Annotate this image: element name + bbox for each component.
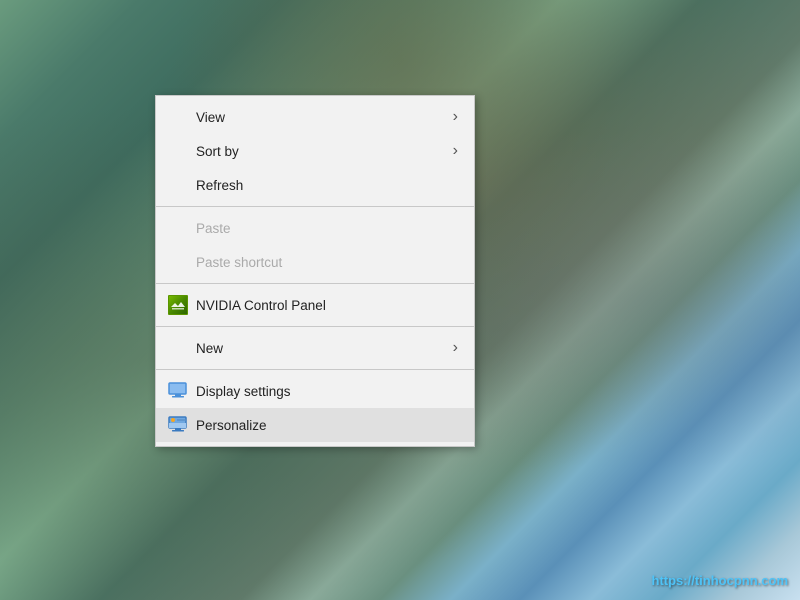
- display-settings-item-icon: [168, 381, 188, 401]
- paste-shortcut-item-label: Paste shortcut: [196, 255, 458, 270]
- personalize-item-label: Personalize: [196, 418, 458, 433]
- new-submenu-chevron: [453, 340, 458, 356]
- paste-item-label: Paste: [196, 221, 458, 236]
- paste-shortcut-item-icon: [168, 252, 188, 272]
- view-submenu-chevron: [453, 109, 458, 125]
- menu-item-view[interactable]: View: [156, 100, 474, 134]
- sort-by-item-icon: [168, 141, 188, 161]
- display-settings-item-label: Display settings: [196, 384, 458, 399]
- view-item-label: View: [196, 110, 453, 125]
- divider-2: [156, 283, 474, 284]
- refresh-item-icon: [168, 175, 188, 195]
- menu-item-sort-by[interactable]: Sort by: [156, 134, 474, 168]
- new-item-label: New: [196, 341, 453, 356]
- sort-by-submenu-chevron: [453, 143, 458, 159]
- personalize-item-icon: [168, 415, 188, 435]
- view-item-icon: [168, 107, 188, 127]
- divider-1: [156, 206, 474, 207]
- watermark: https://tinhocpnn.com: [652, 573, 788, 588]
- context-menu: View Sort by Refresh Paste Paste shortcu…: [155, 95, 475, 447]
- divider-3: [156, 326, 474, 327]
- paste-item-icon: [168, 218, 188, 238]
- sort-by-item-label: Sort by: [196, 144, 453, 159]
- menu-item-new[interactable]: New: [156, 331, 474, 365]
- divider-4: [156, 369, 474, 370]
- nvidia-item-icon: [168, 295, 188, 315]
- new-item-icon: [168, 338, 188, 358]
- refresh-item-label: Refresh: [196, 178, 458, 193]
- nvidia-item-label: NVIDIA Control Panel: [196, 298, 458, 313]
- menu-item-paste[interactable]: Paste: [156, 211, 474, 245]
- menu-item-nvidia[interactable]: NVIDIA Control Panel: [156, 288, 474, 322]
- menu-item-paste-shortcut[interactable]: Paste shortcut: [156, 245, 474, 279]
- menu-item-refresh[interactable]: Refresh: [156, 168, 474, 202]
- menu-item-display-settings[interactable]: Display settings: [156, 374, 474, 408]
- nvidia-logo: [168, 295, 188, 315]
- menu-item-personalize[interactable]: Personalize: [156, 408, 474, 442]
